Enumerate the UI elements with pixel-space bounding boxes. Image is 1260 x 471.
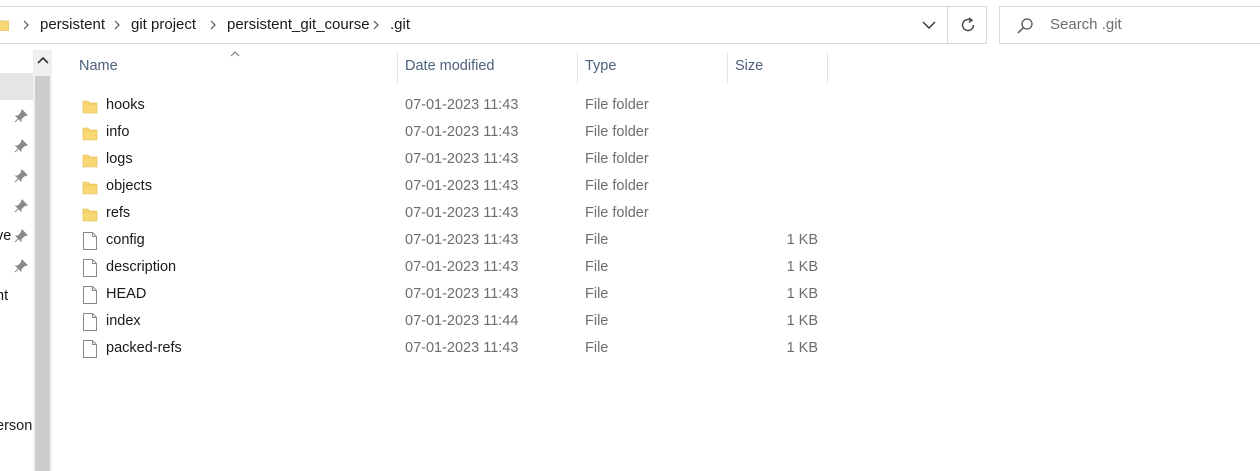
file-row[interactable]: objects 07-01-2023 11:43 File folder (78, 173, 838, 200)
nav-item-label[interactable]: erson (0, 418, 32, 434)
file-name[interactable]: objects (106, 178, 152, 194)
file-date-modified: 07-01-2023 11:43 (405, 124, 519, 140)
search-input[interactable]: Search .git (1050, 16, 1122, 33)
scrollbar-thumb[interactable] (35, 76, 50, 471)
nav-scrollbar[interactable] (33, 50, 52, 471)
folder-icon (82, 181, 98, 195)
address-bar[interactable]: persistent git project persistent_git_co… (0, 6, 946, 44)
file-row[interactable]: packed-refs 07-01-2023 11:43 File 1 KB (78, 335, 838, 362)
refresh-button[interactable] (947, 6, 987, 44)
chevron-right-icon[interactable] (371, 18, 381, 32)
folder-icon (82, 154, 98, 168)
pin-icon (14, 199, 28, 213)
file-name[interactable]: description (106, 259, 176, 275)
file-row[interactable]: config 07-01-2023 11:43 File 1 KB (78, 227, 838, 254)
file-icon (83, 286, 97, 304)
file-name[interactable]: info (106, 124, 129, 140)
file-date-modified: 07-01-2023 11:43 (405, 340, 519, 356)
file-name[interactable]: hooks (106, 97, 145, 113)
file-date-modified: 07-01-2023 11:43 (405, 286, 519, 302)
file-row[interactable]: logs 07-01-2023 11:43 File folder (78, 146, 838, 173)
refresh-icon (961, 17, 975, 32)
pin-icon (14, 139, 28, 153)
file-type: File folder (585, 151, 649, 167)
folder-icon (82, 100, 98, 114)
pin-icon (14, 229, 28, 243)
folder-icon (0, 19, 9, 31)
chevron-down-icon (922, 21, 936, 29)
pin-icon (14, 109, 28, 123)
file-row[interactable]: info 07-01-2023 11:43 File folder (78, 119, 838, 146)
file-icon (83, 259, 97, 277)
file-row[interactable]: refs 07-01-2023 11:43 File folder (78, 200, 838, 227)
column-divider[interactable] (577, 52, 578, 84)
file-row[interactable]: description 07-01-2023 11:43 File 1 KB (78, 254, 838, 281)
file-type: File folder (585, 124, 649, 140)
file-date-modified: 07-01-2023 11:43 (405, 232, 519, 248)
chevron-right-icon[interactable] (208, 18, 218, 32)
pin-icon (14, 259, 28, 273)
file-name[interactable]: HEAD (106, 286, 146, 302)
file-date-modified: 07-01-2023 11:43 (405, 151, 519, 167)
address-history-dropdown[interactable] (910, 6, 948, 44)
file-date-modified: 07-01-2023 11:43 (405, 259, 519, 275)
folder-icon (82, 127, 98, 141)
nav-item-label[interactable]: nt (0, 288, 8, 304)
column-divider[interactable] (727, 52, 728, 84)
file-date-modified: 07-01-2023 11:43 (405, 178, 519, 194)
file-size: 1 KB (786, 340, 818, 356)
file-date-modified: 07-01-2023 11:43 (405, 97, 519, 113)
breadcrumb-persistent[interactable]: persistent (40, 16, 105, 33)
navigation-pane: ve nt erson (0, 50, 33, 471)
file-size: 1 KB (786, 313, 818, 329)
chevron-right-icon[interactable] (21, 18, 31, 32)
chevron-right-icon[interactable] (112, 18, 122, 32)
breadcrumb-git-project[interactable]: git project (131, 16, 196, 33)
column-header-date-modified[interactable]: Date modified (405, 58, 494, 74)
scroll-up-icon[interactable] (36, 54, 50, 66)
file-row[interactable]: HEAD 07-01-2023 11:43 File 1 KB (78, 281, 838, 308)
address-toolbar: persistent git project persistent_git_co… (0, 0, 1260, 50)
pin-icon (14, 169, 28, 183)
breadcrumb-git[interactable]: .git (390, 16, 410, 33)
file-type: File (585, 286, 609, 302)
file-name[interactable]: index (106, 313, 141, 329)
file-row[interactable]: index 07-01-2023 11:44 File 1 KB (78, 308, 838, 335)
file-icon (83, 340, 97, 358)
column-divider[interactable] (827, 52, 828, 84)
column-header-type[interactable]: Type (585, 58, 616, 74)
file-size: 1 KB (786, 259, 818, 275)
file-date-modified: 07-01-2023 11:43 (405, 205, 519, 221)
column-divider[interactable] (397, 52, 398, 84)
file-icon (83, 313, 97, 331)
file-type: File folder (585, 205, 649, 221)
nav-item-label[interactable]: ve (0, 228, 11, 244)
search-icon (1017, 18, 1033, 34)
file-type: File folder (585, 97, 649, 113)
breadcrumb-persistent-git-course[interactable]: persistent_git_course (227, 16, 370, 33)
file-row[interactable]: hooks 07-01-2023 11:43 File folder (78, 92, 838, 119)
file-date-modified: 07-01-2023 11:44 (405, 313, 519, 329)
column-header-size[interactable]: Size (735, 58, 763, 74)
search-box[interactable]: Search .git (999, 6, 1260, 44)
file-name[interactable]: packed-refs (106, 340, 182, 356)
nav-selected-item[interactable] (0, 73, 33, 100)
file-name[interactable]: logs (106, 151, 133, 167)
sort-ascending-icon (230, 51, 240, 57)
file-name[interactable]: refs (106, 205, 130, 221)
file-type: File (585, 232, 609, 248)
folder-icon (82, 208, 98, 222)
file-type: File (585, 313, 609, 329)
file-type: File (585, 259, 609, 275)
file-size: 1 KB (786, 286, 818, 302)
file-type: File folder (585, 178, 649, 194)
file-type: File (585, 340, 609, 356)
file-icon (83, 232, 97, 250)
column-header-name[interactable]: Name (79, 58, 118, 74)
file-size: 1 KB (786, 232, 818, 248)
file-name[interactable]: config (106, 232, 145, 248)
